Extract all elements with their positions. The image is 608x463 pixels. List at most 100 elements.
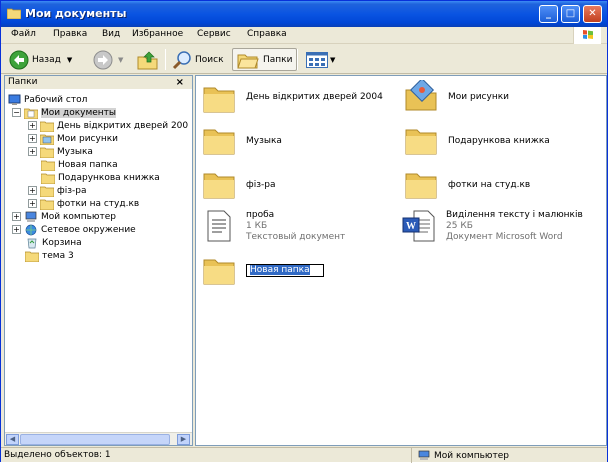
file-item[interactable]: Музыка — [202, 124, 282, 156]
tree-item-gift-book[interactable]: Подарункова книжка — [41, 171, 160, 184]
tree-item-phys-ed[interactable]: + фіз-ра — [28, 184, 86, 197]
close-pane-icon[interactable]: × — [176, 76, 184, 89]
tree-item-new-folder[interactable]: Новая папка — [41, 158, 118, 171]
folders-pane-title: Папки — [8, 77, 38, 87]
explorer-window: Мои документы _ □ ✕ Файл Правка Вид Избр… — [0, 0, 608, 463]
menu-favorites[interactable]: Избранное — [132, 29, 183, 39]
file-details: проба 1 КБ Текстовый документ — [246, 210, 345, 243]
menu-file[interactable]: Файл — [11, 29, 36, 39]
collapse-icon[interactable]: − — [12, 108, 21, 117]
folder-icon — [405, 173, 437, 199]
folder-icon — [7, 8, 21, 19]
back-button[interactable]: Назад ▼ — [9, 48, 72, 71]
file-type: Документ Microsoft Word — [446, 232, 563, 242]
up-folder-icon — [137, 51, 158, 69]
file-item[interactable]: W Виділення тексту і малюнків 25 КБ Доку… — [402, 210, 583, 243]
tree-item-music[interactable]: + Музыка — [28, 145, 93, 158]
close-button[interactable]: ✕ — [583, 5, 602, 23]
windows-logo-icon — [573, 27, 601, 44]
file-item[interactable]: фотки на студ.кв — [404, 168, 530, 200]
file-item[interactable]: Мои рисунки — [404, 80, 509, 112]
back-label: Назад — [32, 54, 61, 65]
forward-arrow-icon — [93, 50, 113, 69]
scroll-left-button[interactable]: ◀ — [6, 434, 19, 445]
folder-icon — [41, 160, 55, 171]
views-icon — [306, 51, 328, 68]
tree-item-network[interactable]: + Сетевое окружение — [12, 223, 136, 236]
back-dropdown-icon[interactable]: ▼ — [67, 56, 72, 64]
file-name: Виділення тексту і малюнків — [446, 210, 583, 220]
folder-icon — [203, 173, 235, 199]
menu-view[interactable]: Вид — [102, 29, 120, 39]
views-button[interactable]: ▼ — [306, 48, 335, 71]
location-label: Мой компьютер — [434, 450, 509, 461]
file-details: Виділення тексту і малюнків 25 КБ Докуме… — [446, 210, 583, 243]
expand-icon[interactable]: + — [28, 147, 37, 156]
expand-icon[interactable]: + — [12, 225, 21, 234]
file-name: Музыка — [246, 136, 282, 146]
folder-icon — [40, 147, 54, 158]
my-pictures-icon — [40, 134, 54, 145]
folder-icon — [40, 121, 54, 132]
folder-icon — [203, 87, 235, 113]
file-size: 25 КБ — [446, 221, 473, 231]
file-item[interactable]: Подарункова книжка — [404, 124, 550, 156]
window-title: Мои документы — [25, 7, 127, 20]
folder-icon — [25, 251, 39, 262]
file-name: фіз-ра — [246, 180, 276, 190]
up-folder-button[interactable] — [137, 48, 159, 71]
file-type: Текстовый документ — [246, 232, 346, 242]
expand-icon[interactable]: + — [28, 134, 37, 143]
my-computer-icon — [418, 450, 430, 460]
menu-help[interactable]: Справка — [247, 29, 287, 39]
file-item-renaming[interactable]: Новая папка — [202, 254, 324, 286]
expand-icon[interactable]: + — [12, 212, 21, 221]
expand-icon[interactable]: + — [28, 199, 37, 208]
forward-dropdown-icon[interactable]: ▼ — [118, 56, 123, 64]
folders-label: Папки — [263, 54, 293, 65]
rename-container: Новая папка — [246, 264, 324, 286]
expand-icon[interactable]: + — [28, 121, 37, 130]
toolbar-separator — [297, 49, 298, 70]
folder-icon — [40, 199, 54, 210]
file-name: День відкритих дверей 2004 — [246, 92, 383, 102]
scroll-right-button[interactable]: ▶ — [177, 434, 190, 445]
scroll-thumb[interactable] — [20, 434, 170, 445]
search-label: Поиск — [195, 54, 224, 65]
tree-item-open-day[interactable]: + День відкритих дверей 200 — [28, 119, 192, 132]
expand-icon[interactable]: + — [28, 186, 37, 195]
tree-item-photos[interactable]: + фотки на студ.кв — [28, 197, 139, 210]
back-arrow-icon — [9, 50, 29, 69]
file-size: 1 КБ — [246, 221, 268, 231]
rename-input[interactable]: Новая папка — [246, 264, 324, 277]
network-icon — [25, 224, 37, 235]
horizontal-scrollbar[interactable]: ◀ ▶ — [5, 432, 192, 445]
toolbar: Назад ▼ ▼ Поиск Папки ▼ — [1, 45, 607, 74]
tree-item-desktop[interactable]: Рабочий стол — [8, 93, 87, 106]
maximize-button[interactable]: □ — [561, 5, 580, 23]
file-name: Мои рисунки — [448, 92, 509, 102]
file-name: Подарункова книжка — [448, 136, 550, 146]
menu-edit[interactable]: Правка — [53, 29, 87, 39]
views-dropdown-icon[interactable]: ▼ — [330, 56, 335, 64]
folders-button[interactable]: Папки — [232, 48, 298, 71]
file-item[interactable]: проба 1 КБ Текстовый документ — [202, 210, 345, 243]
menu-tools[interactable]: Сервис — [197, 29, 231, 39]
tree-item-recycle-bin[interactable]: Корзина — [25, 236, 82, 249]
desktop-icon — [8, 94, 21, 105]
search-icon — [172, 50, 191, 69]
tree-item-my-documents[interactable]: − Мои документы — [12, 106, 117, 119]
selection-status: Выделено объектов: 1 — [4, 450, 111, 460]
tree-item-topic-3[interactable]: тема 3 — [25, 249, 74, 262]
minimize-button[interactable]: _ — [539, 5, 558, 23]
file-item[interactable]: фіз-ра — [202, 168, 275, 200]
tree-item-my-pictures[interactable]: + Мои рисунки — [28, 132, 118, 145]
folder-icon — [203, 129, 235, 155]
file-item[interactable]: День відкритих дверей 2004 — [202, 82, 383, 114]
title-bar[interactable]: Мои документы _ □ ✕ — [1, 1, 607, 27]
tree-item-my-computer[interactable]: + Мой компьютер — [12, 210, 116, 223]
forward-button[interactable]: ▼ — [93, 48, 123, 71]
status-bar: Выделено объектов: 1 Мой компьютер — [1, 447, 607, 463]
folders-icon — [237, 54, 259, 68]
search-button[interactable]: Поиск — [172, 48, 224, 71]
